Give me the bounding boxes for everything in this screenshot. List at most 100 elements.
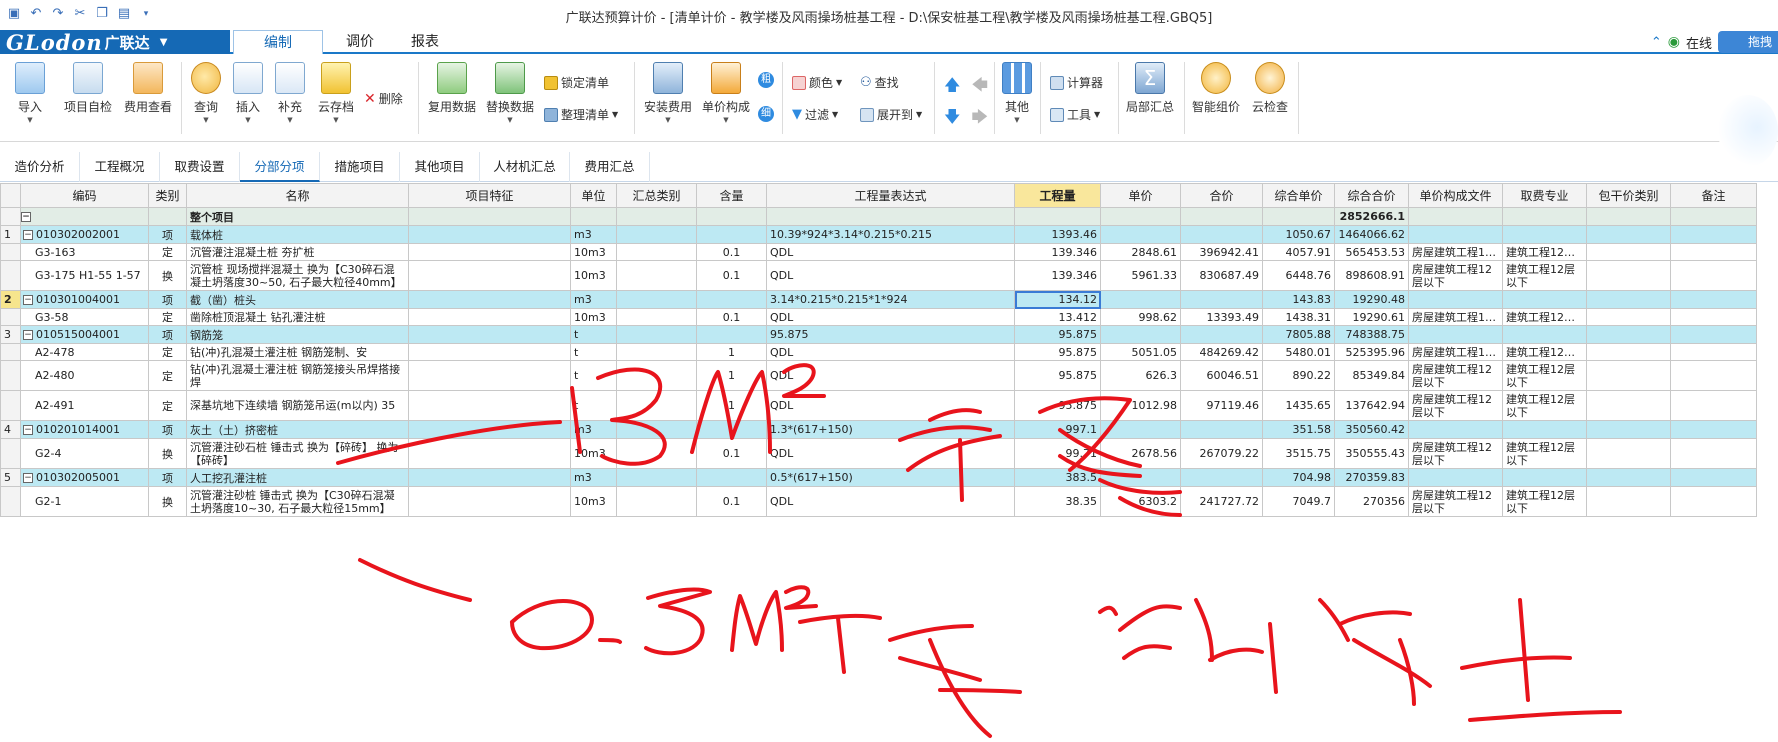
move-down-button[interactable]: 🡇 🡆 <box>944 106 988 133</box>
code-cell[interactable]: −010301004001 <box>20 290 149 309</box>
type-cell[interactable]: 项 <box>148 420 187 439</box>
sum-category-cell[interactable] <box>616 325 697 344</box>
row-number-cell[interactable]: 1 <box>0 225 21 244</box>
sum-category-cell[interactable] <box>616 438 697 469</box>
code-cell[interactable]: −010515004001 <box>20 325 149 344</box>
comp-total-cell[interactable]: 525395.96 <box>1334 343 1409 361</box>
total-cell[interactable]: 484269.42 <box>1180 343 1263 361</box>
cloud-check-button[interactable]: 云检查 <box>1248 62 1292 115</box>
price-file-cell[interactable]: 房屋建筑工程1… <box>1408 243 1503 261</box>
table-row[interactable]: A2-478 定钻(冲)孔混凝土灌注桩 钢筋笼制、安 t 1 QDL 95.875 5051… <box>0 343 1757 361</box>
row-number-cell[interactable] <box>0 438 21 469</box>
fee-major-cell[interactable]: 建筑工程12… <box>1502 308 1587 326</box>
quantity-cell[interactable]: 1393.46 <box>1014 225 1101 244</box>
comp-total-cell[interactable]: 137642.94 <box>1334 390 1409 421</box>
tab-labor-material-summary[interactable]: 人材机汇总 <box>480 152 570 182</box>
name-cell[interactable]: 截（凿）桩头 <box>186 290 409 309</box>
total-cell[interactable] <box>1180 225 1263 244</box>
tab-fee-summary[interactable]: 费用汇总 <box>570 152 650 182</box>
partial-summary-button[interactable]: Σ 局部汇总 <box>1124 62 1176 115</box>
collapse-toggle-icon[interactable]: − <box>23 425 33 435</box>
unit-price-cell[interactable]: 5961.33 <box>1100 260 1181 291</box>
row-number-cell[interactable] <box>0 207 21 226</box>
header-lump-sum[interactable]: 包干价类别 <box>1586 183 1671 208</box>
table-row[interactable]: G3-58 定凿除桩顶混凝土 钻孔灌注桩 10m3 0.1 QDL 13.412 998.6… <box>0 308 1757 326</box>
price-file-cell[interactable] <box>1408 420 1503 439</box>
remark-cell[interactable] <box>1670 290 1757 309</box>
fee-major-cell[interactable] <box>1502 420 1587 439</box>
type-cell[interactable]: 定 <box>148 390 187 421</box>
calculator-button[interactable]: 计算器 <box>1050 74 1103 91</box>
header-code[interactable]: 编码 <box>20 183 149 208</box>
sum-category-cell[interactable] <box>616 486 697 517</box>
name-cell[interactable]: 沉管桩 现场搅拌混凝土 换为【C30碎石混凝土坍落度30~50, 石子最大粒径4… <box>186 260 409 291</box>
remark-cell[interactable] <box>1670 325 1757 344</box>
content-cell[interactable]: 0.1 <box>696 438 767 469</box>
row-number-cell[interactable] <box>0 390 21 421</box>
unit-price-cell[interactable]: 2848.61 <box>1100 243 1181 261</box>
unit-cell[interactable]: 10m3 <box>570 438 617 469</box>
lump-sum-cell[interactable] <box>1586 243 1671 261</box>
unit-price-cell[interactable] <box>1100 290 1181 309</box>
tab-project-overview[interactable]: 工程概况 <box>80 152 160 182</box>
expression-cell[interactable]: QDL <box>766 360 1015 391</box>
comp-unit-price-cell[interactable]: 351.58 <box>1262 420 1335 439</box>
fee-major-cell[interactable] <box>1502 207 1587 226</box>
unit-cell[interactable]: t <box>570 360 617 391</box>
price-file-cell[interactable] <box>1408 207 1503 226</box>
replace-data-button[interactable]: 替换数据 ▼ <box>484 62 536 124</box>
table-row[interactable]: 2−010301004001 项截（凿）桩头 m3 3.14*0.215*0.215*… <box>0 290 1757 309</box>
lock-list-button[interactable]: 锁定清单 <box>544 74 609 91</box>
fine-badge[interactable]: 细 <box>758 106 774 122</box>
comp-unit-price-cell[interactable]: 6448.76 <box>1262 260 1335 291</box>
code-cell[interactable]: G2-1 <box>20 486 149 517</box>
expression-cell[interactable]: QDL <box>766 390 1015 421</box>
table-row[interactable]: A2-491 定深基坑地下连续墙 钢筋笼吊运(m以内) 35 t 1 QDL 95.875… <box>0 390 1757 421</box>
content-cell[interactable] <box>696 468 767 487</box>
fee-major-cell[interactable] <box>1502 468 1587 487</box>
row-number-cell[interactable] <box>0 360 21 391</box>
lump-sum-cell[interactable] <box>1586 360 1671 391</box>
sum-category-cell[interactable] <box>616 207 697 226</box>
total-cell[interactable]: 241727.72 <box>1180 486 1263 517</box>
quantity-cell[interactable]: 383.5 <box>1014 468 1101 487</box>
comp-unit-price-cell[interactable]: 890.22 <box>1262 360 1335 391</box>
lump-sum-cell[interactable] <box>1586 290 1671 309</box>
quantity-cell[interactable]: 13.412 <box>1014 308 1101 326</box>
price-file-cell[interactable] <box>1408 325 1503 344</box>
unit-price-cell[interactable] <box>1100 325 1181 344</box>
name-cell[interactable]: 沉管灌注混凝土桩 夯扩桩 <box>186 243 409 261</box>
remark-cell[interactable] <box>1670 420 1757 439</box>
code-cell[interactable]: −010302005001 <box>20 468 149 487</box>
quantity-cell[interactable] <box>1014 207 1101 226</box>
content-cell[interactable] <box>696 225 767 244</box>
tab-sub-items[interactable]: 分部分项 <box>240 152 320 182</box>
header-sum-category[interactable]: 汇总类别 <box>616 183 697 208</box>
feature-cell[interactable] <box>408 390 571 421</box>
lump-sum-cell[interactable] <box>1586 438 1671 469</box>
sum-category-cell[interactable] <box>616 343 697 361</box>
quantity-cell[interactable]: 139.346 <box>1014 243 1101 261</box>
remark-cell[interactable] <box>1670 260 1757 291</box>
feature-cell[interactable] <box>408 207 571 226</box>
supplement-button[interactable]: 补充 ▼ <box>274 62 306 124</box>
code-cell[interactable]: A2-480 <box>20 360 149 391</box>
unit-price-cell[interactable] <box>1100 225 1181 244</box>
organize-list-button[interactable]: 整理清单 ▼ <box>544 106 618 123</box>
type-cell[interactable]: 换 <box>148 486 187 517</box>
unit-price-cell[interactable]: 998.62 <box>1100 308 1181 326</box>
type-cell[interactable]: 定 <box>148 360 187 391</box>
content-cell[interactable]: 1 <box>696 360 767 391</box>
quantity-cell[interactable]: 95.875 <box>1014 343 1101 361</box>
unit-price-cell[interactable]: 6303.2 <box>1100 486 1181 517</box>
sum-category-cell[interactable] <box>616 390 697 421</box>
code-cell[interactable]: G3-163 <box>20 243 149 261</box>
sum-category-cell[interactable] <box>616 260 697 291</box>
feature-cell[interactable] <box>408 486 571 517</box>
comp-unit-price-cell[interactable]: 1435.65 <box>1262 390 1335 421</box>
comp-total-cell[interactable]: 270356 <box>1334 486 1409 517</box>
total-cell[interactable]: 97119.46 <box>1180 390 1263 421</box>
code-cell[interactable]: − <box>20 207 149 226</box>
sum-category-cell[interactable] <box>616 290 697 309</box>
unit-price-cell[interactable]: 5051.05 <box>1100 343 1181 361</box>
